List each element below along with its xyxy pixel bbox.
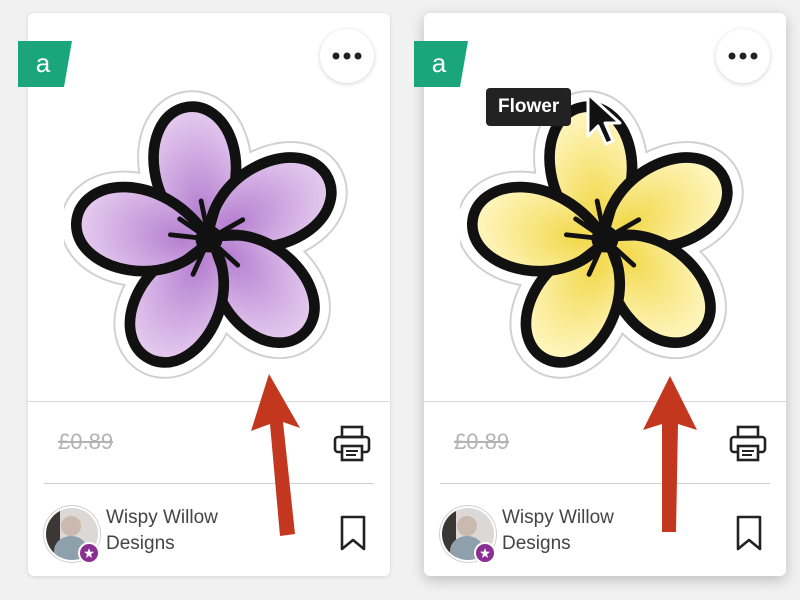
image-card[interactable]: a £0.89 Wispy Willow Designs bbox=[18, 13, 390, 576]
flower-image bbox=[64, 90, 348, 379]
cursor-icon bbox=[586, 92, 622, 146]
annotation-arrow bbox=[251, 374, 300, 536]
tooltip: Flower bbox=[486, 88, 572, 126]
print-icon bbox=[333, 425, 371, 462]
bookmark-icon bbox=[736, 515, 762, 551]
print-button[interactable] bbox=[332, 423, 372, 463]
subscriber-badge-icon bbox=[78, 542, 100, 564]
divider bbox=[44, 483, 374, 484]
subscriber-badge-icon bbox=[474, 542, 496, 564]
access-badge: a bbox=[18, 41, 72, 87]
divider bbox=[28, 401, 390, 402]
more-icon bbox=[728, 52, 758, 60]
more-icon bbox=[332, 52, 362, 60]
more-options-button[interactable] bbox=[320, 29, 374, 83]
price: £0.89 bbox=[58, 429, 114, 454]
divider bbox=[424, 401, 786, 402]
print-button[interactable] bbox=[728, 423, 768, 463]
price: £0.89 bbox=[454, 429, 510, 454]
print-icon bbox=[729, 425, 767, 462]
access-badge: a bbox=[414, 41, 468, 87]
bookmark-button[interactable] bbox=[732, 513, 766, 553]
annotation-arrow bbox=[643, 376, 697, 532]
bookmark-icon bbox=[340, 515, 366, 551]
badge-letter: a bbox=[432, 48, 447, 78]
badge-letter: a bbox=[36, 48, 51, 78]
more-options-button[interactable] bbox=[716, 29, 770, 83]
bookmark-button[interactable] bbox=[336, 513, 370, 553]
divider bbox=[440, 483, 770, 484]
